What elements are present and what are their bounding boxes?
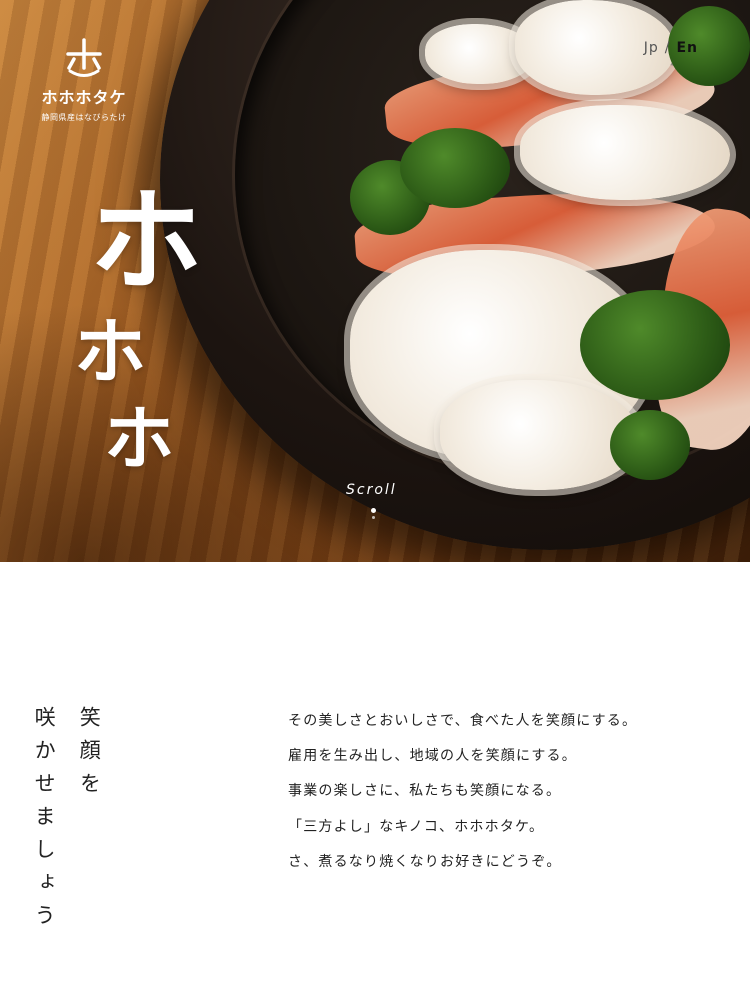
hero-glyph-large: ホ: [90, 177, 202, 307]
mushroom-cluster: [440, 380, 640, 490]
logo-name: ホホホタケ: [41, 88, 127, 107]
broccoli-piece: [610, 410, 690, 480]
scroll-indicator-label[interactable]: Scroll: [346, 482, 397, 498]
intro-line: 「三方よし」なキノコ、ホホホタケ。: [288, 818, 545, 835]
intro-line: その美しさとおいしさで、食べた人を笑顔にする。: [288, 713, 638, 729]
lang-separator: /: [664, 40, 671, 56]
tagline-column-1: 笑顔を: [77, 706, 102, 805]
intro-line: 事業の楽しさに、私たちも笑顔になる。: [288, 783, 562, 800]
brand-logo[interactable]: ホホホタケ 静岡県産はなびらたけ: [38, 38, 130, 123]
language-switch: Jp / En: [644, 40, 698, 56]
broccoli-piece: [400, 128, 510, 208]
mushroom-cluster: [520, 105, 730, 200]
lang-jp-link[interactable]: Jp: [644, 40, 659, 56]
logo-subtitle: 静岡県産はなびらたけ: [41, 113, 127, 122]
intro-line: さ、煮るなり焼くなりお好きにどうぞ。: [288, 853, 562, 870]
intro-line: 雇用を生み出し、地域の人を笑顔にする。: [288, 748, 577, 765]
broccoli-piece: [580, 290, 730, 400]
lang-en-link[interactable]: En: [676, 40, 698, 56]
hero-section: ホホホタケ 静岡県産はなびらたけ Jp / En ホ ホ ホ Scroll: [0, 0, 750, 562]
logo-mushroom-icon: [66, 38, 102, 77]
tagline-column-2: 咲かせましょう: [32, 706, 57, 937]
scroll-dots-icon: [371, 508, 377, 522]
tagline-vertical: 笑顔を 咲かせましょう: [32, 706, 102, 937]
hero-glyph-small: ホ: [104, 398, 174, 480]
hero-glyph-medium: ホ: [74, 310, 147, 394]
intro-text: その美しさとおいしさで、食べた人を笑顔にする。 雇用を生み出し、地域の人を笑顔に…: [288, 712, 637, 888]
